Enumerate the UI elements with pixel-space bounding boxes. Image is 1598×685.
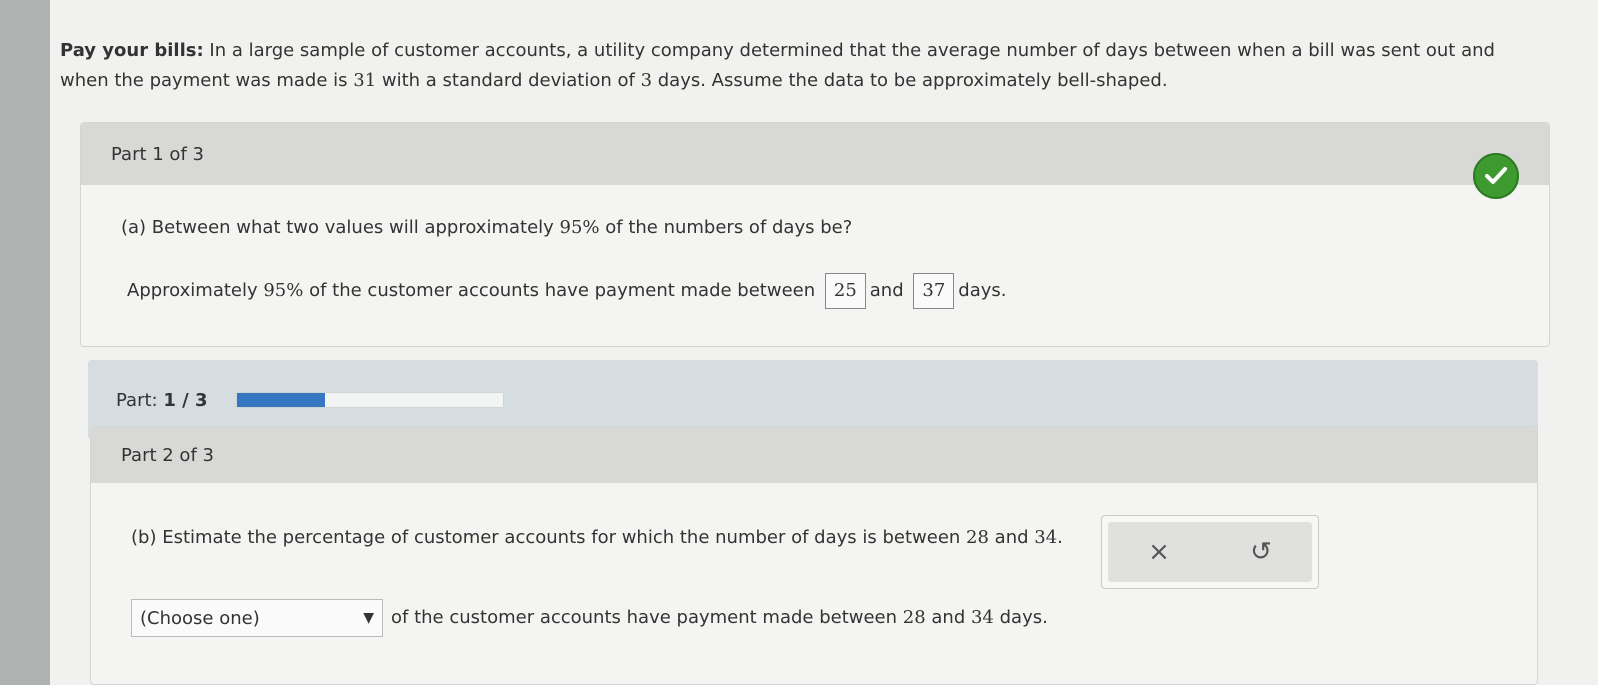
answer-tools: × ↺ <box>1101 515 1319 589</box>
part2-answer-high: 34 <box>970 607 994 628</box>
answer-high-input[interactable]: 37 <box>913 273 955 309</box>
part2-question-end: . <box>1057 527 1063 548</box>
part2-header: Part 2 of 3 <box>91 427 1537 483</box>
progress-fill <box>236 393 326 407</box>
page: Pay your bills: In a large sample of cus… <box>50 0 1598 685</box>
part1-question-pct: 95% <box>559 217 600 238</box>
part2-answer-prefix: of the customer accounts have payment ma… <box>391 607 903 628</box>
dropdown-arrow-icon: ▼ <box>363 610 374 626</box>
progress-value: 1 / 3 <box>163 389 208 411</box>
part2-panel: Part 2 of 3 (b) Estimate the percentage … <box>90 426 1538 685</box>
left-edge-strip <box>0 0 50 685</box>
part2-question-low: 28 <box>966 527 989 548</box>
problem-text-b: with a standard deviation of <box>376 70 641 91</box>
progress-label: Part: 1 / 3 <box>116 390 208 411</box>
part2-answer-low: 28 <box>902 607 926 628</box>
part2-answer-and: and <box>925 607 971 628</box>
part1-panel: Part 1 of 3 (a) Between what two values … <box>80 122 1550 347</box>
answer-low-input[interactable]: 25 <box>824 273 866 309</box>
part1-answer-mid: of the customer accounts have payment ma… <box>303 280 816 301</box>
part1-question-prefix: (a) Between what two values will approxi… <box>121 217 560 238</box>
part1-header-label: Part 1 of 3 <box>111 143 204 165</box>
dropdown-value: (Choose one) <box>140 607 260 629</box>
and-label: and <box>869 280 904 301</box>
problem-text-c: days. Assume the data to be approximatel… <box>652 70 1168 91</box>
answer-tools-inner: × ↺ <box>1108 522 1312 582</box>
part2-header-label: Part 2 of 3 <box>121 444 214 466</box>
part2-answer-line: (Choose one) ▼ of the customer accounts … <box>131 599 1048 637</box>
part1-answer-line: Approximately 95% of the customer accoun… <box>127 273 1007 309</box>
problem-statement: Pay your bills: In a large sample of cus… <box>60 36 1540 96</box>
part2-question-prefix: (b) Estimate the percentage of customer … <box>131 527 967 548</box>
clear-icon[interactable]: × <box>1139 537 1179 567</box>
part2-question-and: and <box>988 527 1035 548</box>
part2-question-high: 34 <box>1034 527 1058 548</box>
problem-sd: 3 <box>640 70 653 91</box>
problem-title: Pay your bills: <box>60 40 204 61</box>
part2-question: (b) Estimate the percentage of customer … <box>131 527 1063 548</box>
part1-answer-prefix: Approximately <box>127 280 264 301</box>
progress-bar <box>235 392 504 408</box>
part1-header: Part 1 of 3 <box>81 123 1549 185</box>
check-icon <box>1473 153 1519 199</box>
undo-icon[interactable]: ↺ <box>1241 537 1281 567</box>
problem-mean: 31 <box>353 70 377 91</box>
part2-answer-suffix: days. <box>993 607 1048 628</box>
part1-answer-pct: 95% <box>263 280 304 301</box>
progress-label-text: Part: <box>116 389 158 411</box>
choose-one-dropdown[interactable]: (Choose one) ▼ <box>131 599 383 637</box>
part1-question-suffix: of the numbers of days be? <box>599 217 853 238</box>
part1-question: (a) Between what two values will approxi… <box>121 217 852 238</box>
days-label: days. <box>958 280 1007 301</box>
